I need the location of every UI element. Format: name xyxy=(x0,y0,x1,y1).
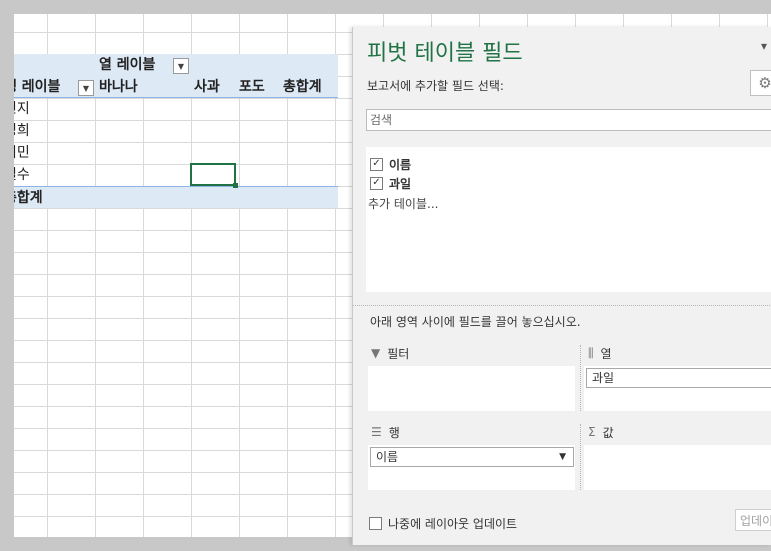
row-label: 철수 xyxy=(4,167,30,183)
field-label: 이름 xyxy=(389,157,412,172)
filter-drop-area[interactable] xyxy=(368,366,575,411)
pivot-row[interactable]: 영희 xyxy=(0,120,338,142)
chip-label: 과일 xyxy=(592,371,615,385)
pivot-col-label-row: 열 레이블 ▼ xyxy=(0,54,338,76)
defer-update-label: 나중에 레이아웃 업데이트 xyxy=(388,517,518,531)
chevron-down-icon[interactable]: ▾ xyxy=(761,39,767,53)
more-tables-link[interactable]: 추가 테이블... xyxy=(368,195,438,212)
chevron-down-icon[interactable]: ▼ xyxy=(559,448,566,466)
field-label: 과일 xyxy=(389,176,412,191)
area-label: 행 xyxy=(388,425,400,440)
area-separator xyxy=(580,345,581,411)
area-header-filter: ▼ 필터 xyxy=(371,342,409,364)
rows-drop-area[interactable]: 이름 ▼ xyxy=(368,445,575,490)
columns-icon: ⫼ xyxy=(588,345,594,360)
area-label: 필터 xyxy=(387,346,410,361)
sigma-icon: Σ xyxy=(588,425,596,439)
values-drop-area[interactable] xyxy=(584,445,771,490)
columns-chip-fruit[interactable]: 과일 xyxy=(586,368,771,388)
row-label-filter-button[interactable]: ▼ xyxy=(78,80,94,96)
checkmark-icon: ✓ xyxy=(372,158,381,169)
row-label: 영희 xyxy=(4,123,30,139)
chip-label: 이름 xyxy=(376,450,399,464)
area-label: 열 xyxy=(600,346,612,361)
pivot-grand-total-row[interactable]: 총합계 xyxy=(0,186,338,208)
col-header-apple: 사과 xyxy=(194,79,220,95)
field-item-fruit[interactable]: ✓ 과일 xyxy=(370,174,411,192)
pivot-row[interactable]: 민지 xyxy=(0,98,338,120)
pivot-fields-pane: 피벗 테이블 필드 ▾ 보고서에 추가할 필드 선택: ⚙ ✓ 이름 ✓ 과일 … xyxy=(352,27,771,545)
col-header-banana: 바나나 xyxy=(99,79,138,95)
col-header-grape: 포도 xyxy=(239,79,265,95)
col-header-grand-total: 총합계 xyxy=(283,79,322,95)
field-checkbox[interactable]: ✓ xyxy=(370,157,383,171)
row-label: 민지 xyxy=(4,101,30,117)
pivot-row[interactable]: 철수 xyxy=(0,164,338,186)
row-label: 지민 xyxy=(4,145,30,161)
pivot-header-row: 행 레이블 ▼ 바나나 사과 포도 총합계 xyxy=(0,76,338,98)
row-label-header: 행 레이블 xyxy=(4,79,61,95)
columns-drop-area[interactable]: 과일 xyxy=(584,366,771,411)
col-label-header: 열 레이블 xyxy=(99,57,156,73)
search-input[interactable] xyxy=(366,109,771,131)
field-checkbox[interactable]: ✓ xyxy=(370,176,383,190)
settings-button[interactable]: ⚙ xyxy=(750,70,771,96)
defer-update-option[interactable]: 나중에 레이아웃 업데이트 xyxy=(369,515,517,532)
field-item-name[interactable]: ✓ 이름 xyxy=(370,155,411,173)
pane-divider xyxy=(353,305,771,306)
update-button[interactable]: 업데이트 xyxy=(735,509,771,531)
pane-subtitle: 보고서에 추가할 필드 선택: xyxy=(367,79,504,93)
area-header-columns: ⫼ 열 xyxy=(588,342,612,364)
area-label: 값 xyxy=(602,425,614,440)
checkmark-icon: ✓ xyxy=(372,177,381,188)
rows-icon: ☰ xyxy=(371,425,382,439)
selected-cell[interactable] xyxy=(190,163,238,188)
field-list: ✓ 이름 ✓ 과일 추가 테이블... xyxy=(366,147,771,292)
rows-chip-name[interactable]: 이름 ▼ xyxy=(370,447,574,467)
dropdown-arrow-icon: ▼ xyxy=(177,61,185,71)
area-header-values: Σ 값 xyxy=(588,421,614,443)
filter-icon: ▼ xyxy=(371,346,381,360)
drag-hint: 아래 영역 사이에 필드를 끌어 놓으십시오. xyxy=(370,315,581,329)
dropdown-arrow-icon: ▼ xyxy=(82,83,90,93)
area-separator xyxy=(580,424,581,490)
pane-title: 피벗 테이블 필드 xyxy=(367,41,523,66)
area-header-rows: ☰ 행 xyxy=(371,421,400,443)
gear-icon: ⚙ xyxy=(758,74,771,92)
defer-update-checkbox[interactable] xyxy=(369,517,382,530)
grand-total-label: 총합계 xyxy=(4,190,43,206)
col-label-filter-button[interactable]: ▼ xyxy=(173,58,189,74)
pivot-row[interactable]: 지민 xyxy=(0,142,338,164)
